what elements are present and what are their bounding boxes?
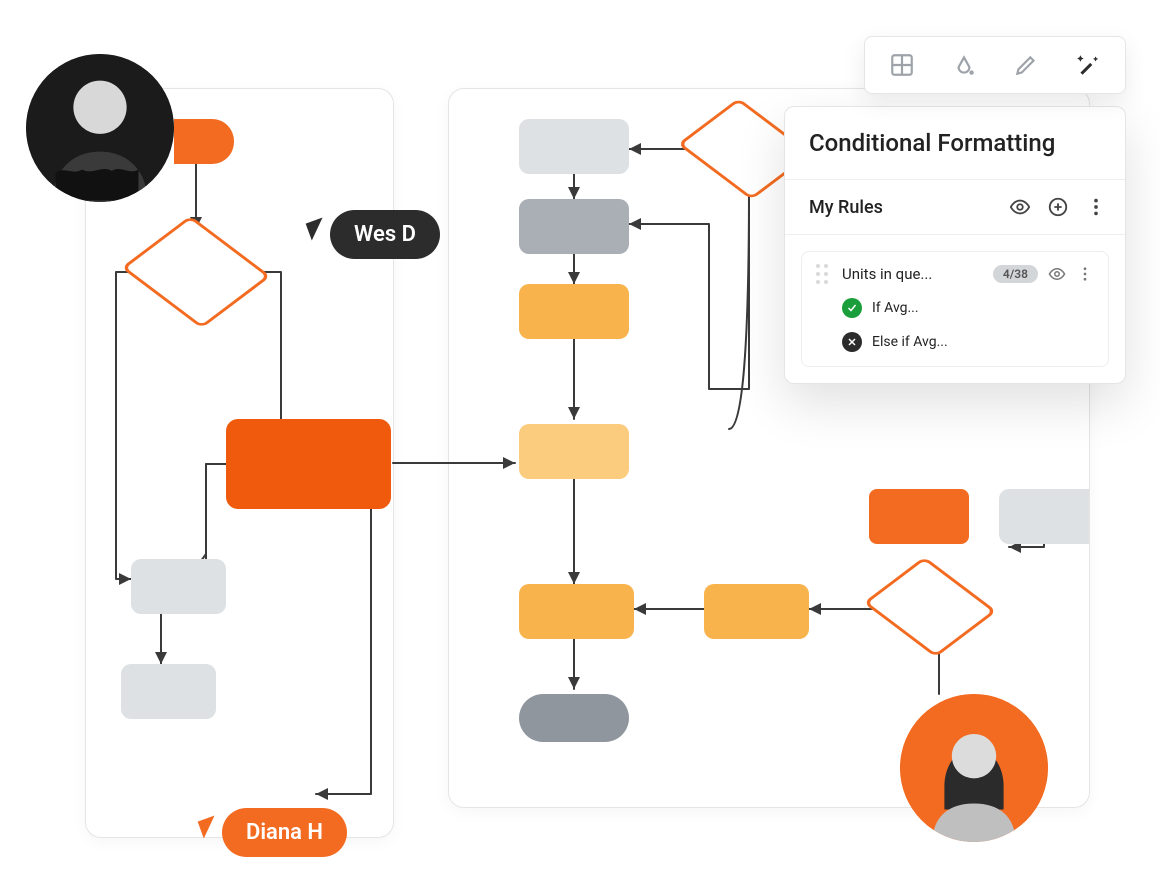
panel-section-header: My Rules xyxy=(785,180,1125,235)
plus-circle-icon[interactable] xyxy=(1047,196,1069,218)
formatting-toolbar xyxy=(864,36,1126,94)
panel-title: Conditional Formatting xyxy=(785,107,1125,180)
rule-line-text: Else if Avg... xyxy=(872,334,948,350)
x-circle-icon xyxy=(842,332,862,352)
rule-line-else[interactable]: Else if Avg... xyxy=(842,332,1094,352)
rule-name: Units in que... xyxy=(842,265,983,283)
stage: Conditional Formatting My Rules Units in… xyxy=(0,0,1160,870)
kebab-icon[interactable] xyxy=(1085,196,1107,218)
magic-tool[interactable] xyxy=(1068,45,1108,85)
pencil-tool[interactable] xyxy=(1006,45,1046,85)
magic-icon xyxy=(1075,52,1101,78)
eye-icon[interactable] xyxy=(1009,196,1031,218)
eye-icon[interactable] xyxy=(1048,265,1066,283)
pencil-icon xyxy=(1013,52,1039,78)
rule-line-text: If Avg... xyxy=(872,300,919,316)
fill-tool[interactable] xyxy=(944,45,984,85)
check-circle-icon xyxy=(842,298,862,318)
section-label: My Rules xyxy=(809,197,883,218)
rule-count-badge: 4/38 xyxy=(993,265,1038,283)
fill-icon xyxy=(951,52,977,78)
rule-line-if[interactable]: If Avg... xyxy=(842,298,1094,318)
drag-handle-icon[interactable] xyxy=(816,264,828,284)
rule-card[interactable]: Units in que... 4/38 If Avg... Else if A… xyxy=(801,251,1109,367)
layout-icon xyxy=(889,52,915,78)
layout-tool[interactable] xyxy=(882,45,922,85)
conditional-formatting-panel: Conditional Formatting My Rules Units in… xyxy=(784,106,1126,384)
kebab-icon[interactable] xyxy=(1076,265,1094,283)
